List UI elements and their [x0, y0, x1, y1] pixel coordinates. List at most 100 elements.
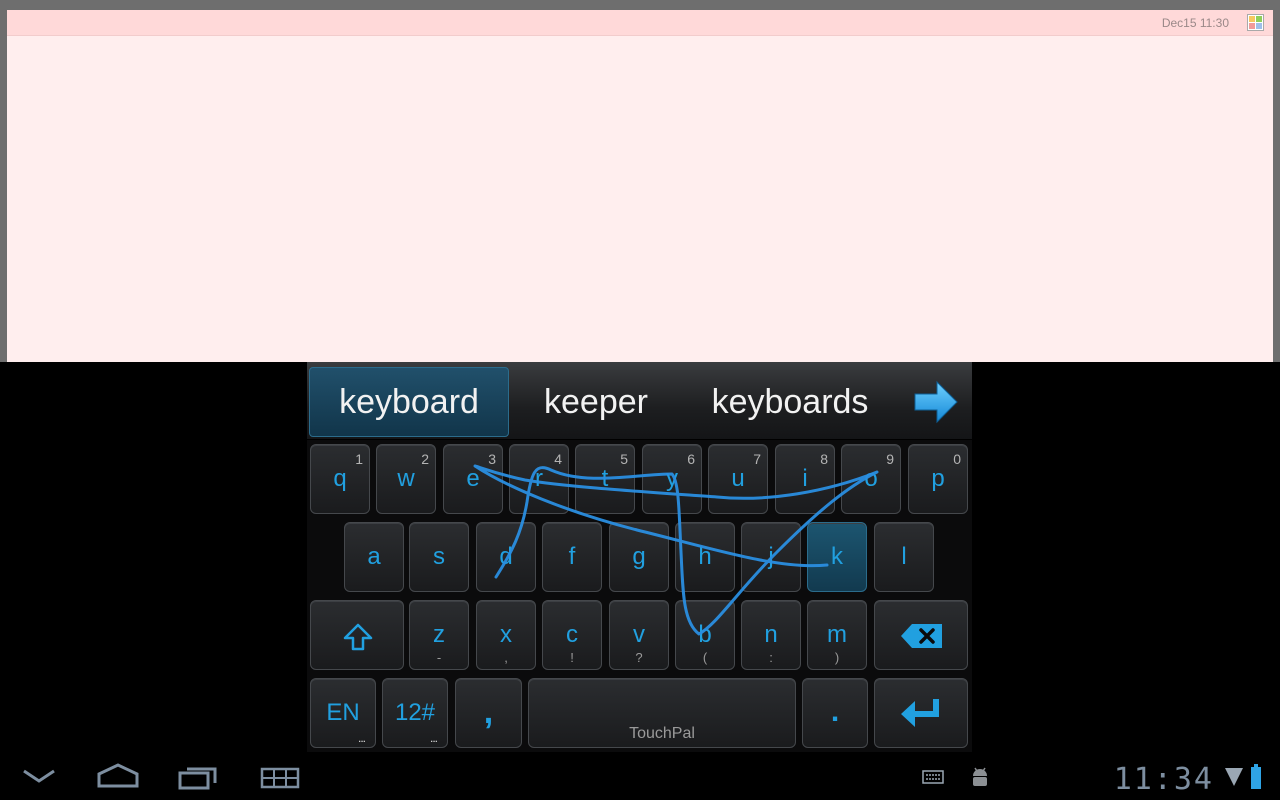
key-l[interactable]: l [874, 522, 934, 592]
suggestion-keyboard[interactable]: keyboard [309, 367, 509, 437]
key-symbol-hint: , [504, 650, 508, 665]
language-key[interactable]: EN ... [310, 678, 376, 748]
color-grid-icon[interactable] [1247, 14, 1264, 31]
key-label: t [601, 465, 609, 492]
backspace-key[interactable] [874, 600, 968, 670]
key-label: p [931, 465, 945, 492]
key-symbol-hint: : [769, 650, 773, 665]
backspace-icon [901, 624, 942, 648]
home-icon[interactable] [96, 762, 140, 788]
grid-cell-yellow [1249, 16, 1255, 22]
key-label: w [397, 465, 415, 492]
key-w[interactable]: 2w [376, 444, 436, 514]
note-date: Dec15 11:30 [1161, 16, 1229, 30]
key-r[interactable]: 4r [509, 444, 569, 514]
app-frame: Dec15 11:30 [0, 0, 1280, 362]
right-arrow-icon[interactable] [913, 380, 959, 424]
grid-cell-green [1256, 16, 1262, 22]
shift-key[interactable] [310, 600, 404, 670]
suggestion-keeper[interactable]: keeper [521, 367, 671, 437]
key-i[interactable]: 8i [775, 444, 835, 514]
key-label: g [632, 543, 646, 570]
key-label: s [433, 543, 445, 570]
grid-cell-blue [1256, 23, 1262, 29]
key-label: y [666, 465, 678, 492]
key-label: h [698, 543, 712, 570]
key-q[interactable]: 1q [310, 444, 370, 514]
key-label: a [367, 543, 381, 570]
keyboard-icon [922, 770, 944, 784]
key-label: v [633, 621, 645, 648]
suggestion-bar: keyboard keeper keyboards [307, 362, 972, 440]
key-a[interactable]: a [344, 522, 404, 592]
back-icon[interactable] [22, 768, 56, 784]
key-n[interactable]: n: [741, 600, 801, 670]
screen: Dec15 11:30 keyboard keeper keyboards 1 … [0, 0, 1280, 800]
key-label: e [466, 465, 480, 492]
key-t[interactable]: 5t [575, 444, 635, 514]
key-label: u [731, 465, 745, 492]
key-label: k [831, 543, 843, 570]
key-p[interactable]: 0p [908, 444, 968, 514]
key-label: f [568, 543, 576, 570]
key-e[interactable]: 3e [443, 444, 503, 514]
key-label: o [864, 465, 878, 492]
space-key[interactable]: TouchPal [528, 678, 796, 748]
key-u[interactable]: 7u [708, 444, 768, 514]
recent-apps-icon[interactable] [178, 764, 218, 790]
key-label: n [764, 621, 778, 648]
comma-key[interactable]: , [455, 678, 522, 748]
space-label: TouchPal [629, 725, 695, 742]
key-symbol-hint: ) [834, 650, 840, 665]
key-label: x [500, 621, 512, 648]
key-x[interactable]: x, [476, 600, 536, 670]
key-symbol-hint: ( [702, 650, 708, 665]
system-bar: 11:34 [0, 752, 1280, 800]
screenshot-icon[interactable] [260, 767, 300, 789]
key-f[interactable]: f [542, 522, 602, 592]
clock: 11:34 [1113, 762, 1214, 797]
symbols-key[interactable]: 12# ... [382, 678, 448, 748]
key-m[interactable]: m) [807, 600, 867, 670]
shift-icon [343, 623, 373, 651]
symbols-label: 12# [394, 699, 436, 726]
language-label: EN [326, 699, 360, 726]
key-b[interactable]: b( [675, 600, 735, 670]
key-v[interactable]: v? [609, 600, 669, 670]
note-header: Dec15 11:30 [7, 10, 1273, 36]
key-c[interactable]: c! [542, 600, 602, 670]
key-z[interactable]: z- [409, 600, 469, 670]
key-s[interactable]: s [409, 522, 469, 592]
key-label: j [768, 543, 774, 570]
key-label: , [483, 693, 494, 731]
key-g[interactable]: g [609, 522, 669, 592]
more-dots: ... [357, 731, 366, 745]
key-label: m [827, 621, 847, 648]
key-d[interactable]: d [476, 522, 536, 592]
key-label: c [566, 621, 578, 648]
key-symbol-hint: ? [635, 650, 643, 665]
key-label: z [433, 621, 445, 648]
key-symbol-hint: ! [570, 650, 574, 665]
key-label: r [535, 465, 543, 492]
key-j[interactable]: j [741, 522, 801, 592]
key-label: l [901, 543, 907, 570]
soft-keyboard: keyboard keeper keyboards 1q 2w 3e 4r 5t… [307, 362, 972, 752]
key-label: b [698, 621, 712, 648]
more-dots: ... [429, 731, 438, 745]
grid-cell-red [1249, 23, 1255, 29]
key-symbol-hint: - [436, 650, 442, 665]
key-label: . [830, 695, 840, 728]
key-label: q [333, 465, 347, 492]
key-o[interactable]: 9o [841, 444, 901, 514]
period-key[interactable]: . [802, 678, 868, 748]
key-h[interactable]: h [675, 522, 735, 592]
key-k[interactable]: k [807, 522, 867, 592]
signal-icon [1225, 768, 1243, 786]
key-y[interactable]: 6y [642, 444, 702, 514]
suggestion-keyboards[interactable]: keyboards [697, 367, 883, 437]
note-editor[interactable]: Dec15 11:30 [7, 10, 1273, 362]
key-label: d [499, 543, 513, 570]
battery-icon [1251, 764, 1261, 789]
enter-key[interactable] [874, 678, 968, 748]
